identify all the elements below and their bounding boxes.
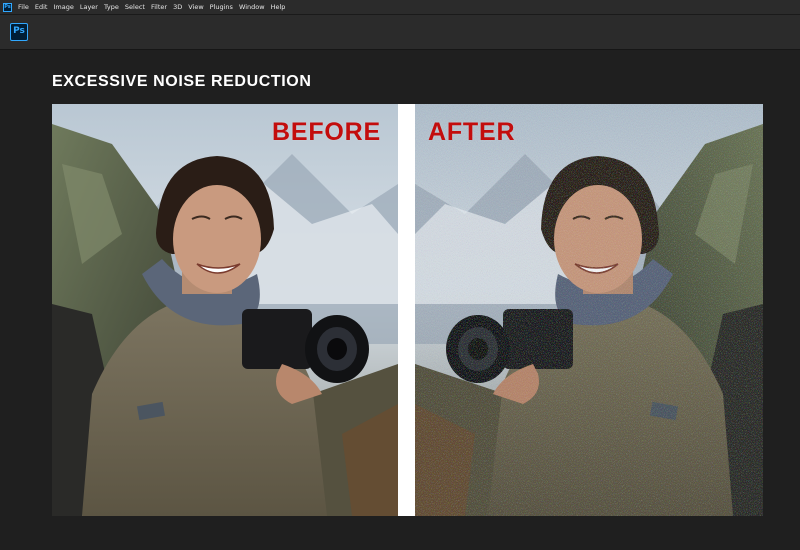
menu-plugins[interactable]: Plugins [210, 3, 233, 11]
menu-edit[interactable]: Edit [35, 3, 48, 11]
before-photo-panel: BEFORE [52, 104, 398, 516]
options-bar: Ps [0, 15, 800, 50]
after-photo [415, 104, 763, 516]
photoshop-mini-icon[interactable]: Ps [3, 2, 12, 12]
menu-help[interactable]: Help [271, 3, 286, 11]
menu-3d[interactable]: 3D [173, 3, 182, 11]
menu-type[interactable]: Type [104, 3, 119, 11]
menu-layer[interactable]: Layer [80, 3, 98, 11]
before-label: BEFORE [272, 118, 381, 146]
menu-file[interactable]: File [18, 3, 29, 11]
document-heading: EXCESSIVE NOISE REDUCTION [52, 73, 312, 90]
menu-view[interactable]: View [188, 3, 203, 11]
photoshop-logo-icon[interactable]: Ps [10, 23, 28, 41]
after-photo-panel: AFTER [415, 104, 763, 516]
menu-select[interactable]: Select [125, 3, 145, 11]
menu-filter[interactable]: Filter [151, 3, 167, 11]
before-photo [52, 104, 398, 516]
document-canvas[interactable]: BEFORE AFTER [52, 104, 763, 516]
after-label: AFTER [428, 118, 516, 146]
menu-window[interactable]: Window [239, 3, 265, 11]
menu-bar: Ps File Edit Image Layer Type Select Fil… [0, 0, 800, 15]
menu-image[interactable]: Image [53, 3, 73, 11]
